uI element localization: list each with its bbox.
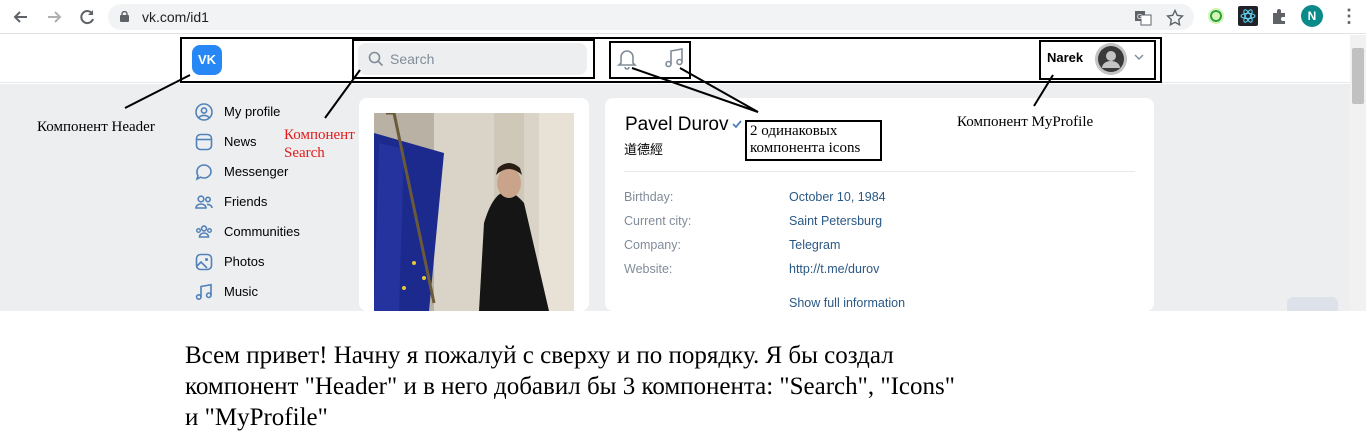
url-text: vk.com/id1: [142, 9, 209, 25]
star-icon[interactable]: [1166, 9, 1184, 27]
sidebar-item-photos[interactable]: Photos: [195, 251, 345, 273]
sidebar-item-label: My profile: [224, 104, 281, 119]
sidebar-item-label: Messenger: [224, 164, 289, 179]
back-arrow-icon[interactable]: [10, 6, 32, 28]
verified-check-icon: [732, 120, 742, 129]
annotation-icons-callout: 2 одинаковых компонента icons: [745, 120, 882, 161]
message-icon: [195, 164, 212, 181]
news-icon: [195, 133, 213, 151]
address-bar[interactable]: vk.com/id1 G: [108, 4, 1194, 30]
annotation-myprofile-note: Компонент MyProfile: [957, 114, 1094, 130]
sidebar-item-my-profile[interactable]: My profile: [195, 101, 345, 123]
show-full-information-link[interactable]: Show full information: [789, 296, 905, 310]
profile-photo[interactable]: [374, 113, 574, 311]
lock-icon: [120, 11, 129, 22]
svg-text:G: G: [1137, 14, 1142, 21]
sidebar-item-label: Communities: [224, 224, 300, 239]
sidebar-item-label: Friends: [224, 194, 268, 209]
field-value-website[interactable]: http://t.me/durov: [789, 262, 879, 276]
browser-toolbar: vk.com/id1 G N ⋮: [0, 0, 1366, 34]
forward-arrow-icon[interactable]: [43, 6, 65, 28]
sidebar-item-label: Photos: [224, 254, 265, 269]
field-value-city[interactable]: Saint Petersburg: [789, 214, 882, 228]
sidebar-item-label: Music: [224, 284, 258, 299]
sidebar-item-messenger[interactable]: Messenger: [195, 161, 345, 183]
profile-status: 道德經: [624, 142, 664, 157]
user-circle-icon: [195, 103, 213, 121]
caption-line: и "MyProfile": [185, 404, 328, 431]
annotation-icons-box: [609, 41, 691, 79]
caption-text: Всем привет! Начну я пожалуй с сверху и …: [185, 340, 1185, 433]
photo-icon: [195, 253, 213, 271]
divider: [624, 171, 1135, 172]
annotation-myprofile-box: [1039, 40, 1156, 80]
annotation-search-box: [352, 39, 595, 79]
caption-line: компонент "Header" и в него добавил бы 3…: [185, 373, 955, 400]
browser-profile-avatar[interactable]: N: [1301, 5, 1323, 27]
music-icon: [195, 283, 212, 301]
annotation-icons-note-line2: компонента icons: [750, 140, 861, 156]
sidebar-item-friends[interactable]: Friends: [195, 191, 345, 213]
sidebar-item-music[interactable]: Music: [195, 281, 345, 303]
field-label: Birthday:: [624, 190, 674, 204]
kebab-menu-icon[interactable]: ⋮: [1340, 6, 1358, 26]
friends-icon: [195, 195, 213, 209]
communities-icon: [196, 225, 212, 238]
puzzle-icon[interactable]: [1270, 6, 1290, 26]
reload-icon[interactable]: [76, 6, 98, 28]
translate-icon[interactable]: G: [1134, 9, 1152, 27]
field-value-birthday[interactable]: October 10, 1984: [789, 190, 886, 204]
sidebar-item-communities[interactable]: Communities: [195, 221, 345, 243]
field-value-company[interactable]: Telegram: [789, 238, 840, 252]
sidebar-item-label: News: [224, 134, 257, 149]
extension-icon[interactable]: [1206, 6, 1226, 26]
annotation-icons-note-line1: 2 одинаковых: [750, 123, 838, 139]
annotation-header-note: Компонент Header: [37, 119, 155, 135]
profile-photo-image: [374, 113, 574, 311]
field-label: Website:: [624, 262, 673, 276]
field-label: Current city:: [624, 214, 692, 228]
annotation-search-note-line1: Компонент: [284, 127, 355, 143]
scroll-to-top-button[interactable]: [1287, 297, 1338, 311]
profile-name: Pavel Durov: [625, 114, 729, 135]
field-label: Company:: [624, 238, 681, 252]
annotation-search-note-line2: Search: [284, 145, 325, 161]
react-devtools-icon[interactable]: [1238, 6, 1258, 26]
scrollbar-thumb[interactable]: [1352, 48, 1364, 104]
caption-line: Всем привет! Начну я пожалуй с сверху и …: [185, 342, 894, 369]
